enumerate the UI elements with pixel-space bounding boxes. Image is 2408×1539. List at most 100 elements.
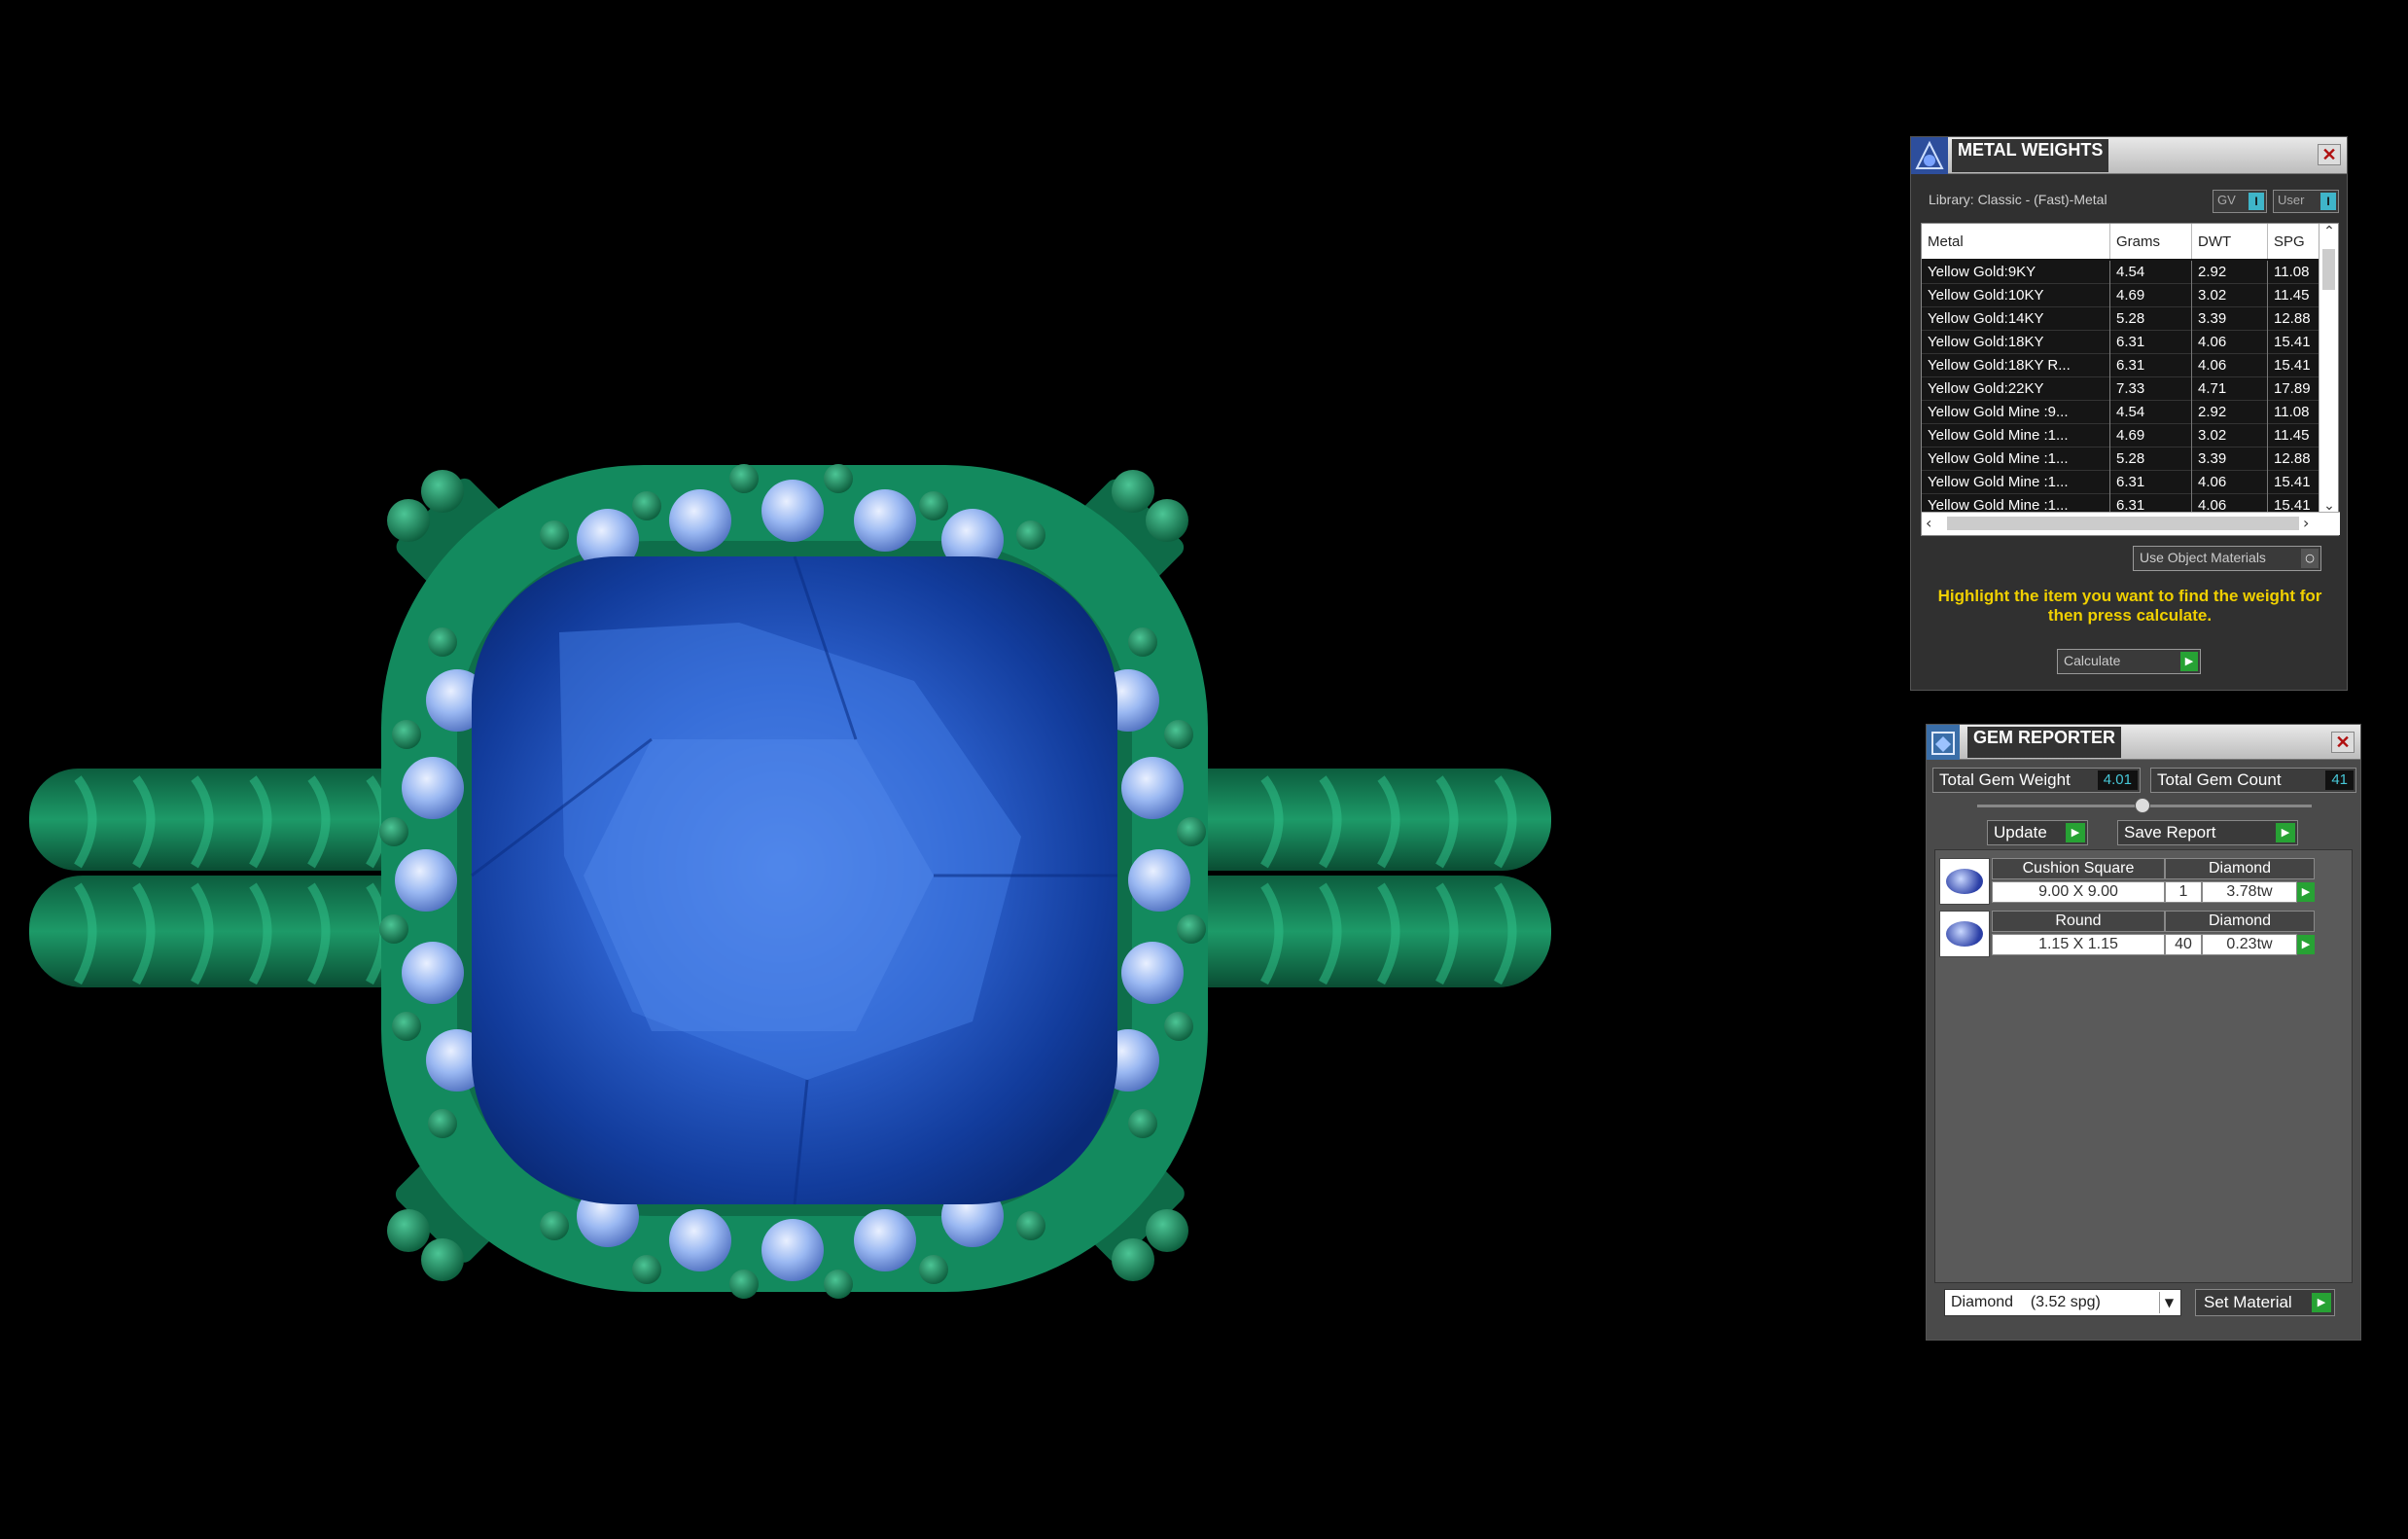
- instruction-text: Highlight the item you want to find the …: [1937, 587, 2322, 625]
- table-row[interactable]: Yellow Gold:9KY 4.54 2.92 11.08: [1922, 261, 2320, 284]
- gv-toggle[interactable]: GV I: [2213, 190, 2267, 213]
- metal-table-vscroll[interactable]: ⌃ ⌄: [2319, 224, 2338, 514]
- gem-reporter-titlebar[interactable]: GEM REPORTER ✕: [1927, 725, 2360, 760]
- panel-splitter[interactable]: [1977, 798, 2312, 813]
- gem-shape-cell: Round: [1992, 911, 2165, 932]
- save-report-button[interactable]: Save Report ▶: [2117, 820, 2298, 845]
- total-gem-weight: Total Gem Weight 4.01: [1932, 768, 2141, 793]
- table-row[interactable]: Yellow Gold:22KY 7.33 4.71 17.89: [1922, 377, 2320, 401]
- metal-table[interactable]: Metal Grams DWT SPG Yellow Gold:9KY 4.54 2…: [1921, 223, 2340, 536]
- metal-cell: Yellow Gold:9KY: [1922, 261, 2110, 284]
- spg-cell: 15.41: [2268, 471, 2320, 494]
- close-icon[interactable]: ✕: [2318, 144, 2341, 165]
- table-row[interactable]: Yellow Gold:18KY R... 6.31 4.06 15.41: [1922, 354, 2320, 377]
- spg-cell: 12.88: [2268, 447, 2320, 471]
- library-label: Library: Classic - (Fast)-Metal: [1929, 192, 2107, 207]
- metal-cell: Yellow Gold:18KY: [1922, 331, 2110, 354]
- metal-cell: Yellow Gold:14KY: [1922, 307, 2110, 331]
- scroll-up-icon[interactable]: ⌃: [2321, 224, 2337, 239]
- calculate-button[interactable]: Calculate ▶: [2057, 649, 2201, 674]
- hscroll-thumb[interactable]: [1947, 517, 2299, 530]
- table-row[interactable]: Yellow Gold:18KY 6.31 4.06 15.41: [1922, 331, 2320, 354]
- go-arrow-icon: ▶: [2312, 1293, 2331, 1312]
- column-header-spg[interactable]: SPG: [2268, 224, 2320, 259]
- 3d-viewport[interactable]: [0, 0, 1867, 1535]
- metal-cell: Yellow Gold Mine :1...: [1922, 424, 2110, 447]
- dwt-cell: 4.71: [2192, 377, 2268, 401]
- set-material-button[interactable]: Set Material ▶: [2195, 1289, 2335, 1316]
- center-stone: [471, 555, 1117, 1205]
- gem-row[interactable]: Cushion Square Diamond 9.00 X 9.00 1 3.78tw ▶: [1939, 858, 2332, 907]
- go-arrow-icon: ▶: [2066, 823, 2085, 842]
- gem-count-cell: 40: [2165, 934, 2202, 955]
- update-label: Update: [1994, 823, 2047, 841]
- grams-cell: 4.54: [2110, 261, 2192, 284]
- close-icon[interactable]: ✕: [2331, 732, 2355, 753]
- dwt-cell: 4.06: [2192, 354, 2268, 377]
- toggle-indicator-icon: ○: [2301, 549, 2319, 568]
- spg-cell: 11.45: [2268, 424, 2320, 447]
- spg-cell: 15.41: [2268, 331, 2320, 354]
- gem-count-cell: 1: [2165, 881, 2202, 903]
- total-gem-count: Total Gem Count 41: [2150, 768, 2356, 793]
- grams-cell: 7.33: [2110, 377, 2192, 401]
- user-toggle-state: I: [2320, 193, 2336, 210]
- metal-cell: Yellow Gold Mine :1...: [1922, 447, 2110, 471]
- total-gem-count-label: Total Gem Count: [2157, 770, 2282, 789]
- gem-row[interactable]: Round Diamond 1.15 X 1.15 40 0.23tw ▶: [1939, 911, 2332, 959]
- go-arrow-icon[interactable]: ▶: [2297, 935, 2315, 954]
- scroll-thumb[interactable]: [2322, 249, 2335, 290]
- gem-shape-cell: Cushion Square: [1992, 858, 2165, 879]
- grams-cell: 5.28: [2110, 307, 2192, 331]
- user-toggle[interactable]: User I: [2273, 190, 2339, 213]
- table-row[interactable]: Yellow Gold Mine :1... 6.31 4.06 15.41: [1922, 471, 2320, 494]
- metal-table-hscroll[interactable]: ‹ ›: [1922, 512, 2340, 535]
- column-header-dwt[interactable]: DWT: [2192, 224, 2268, 259]
- table-row[interactable]: Yellow Gold Mine :1... 4.69 3.02 11.45: [1922, 424, 2320, 447]
- grams-cell: 4.69: [2110, 424, 2192, 447]
- splitter-knob[interactable]: [2135, 798, 2150, 813]
- grams-cell: 6.31: [2110, 331, 2192, 354]
- dwt-cell: 3.39: [2192, 307, 2268, 331]
- dwt-cell: 2.92: [2192, 261, 2268, 284]
- dwt-cell: 3.39: [2192, 447, 2268, 471]
- calculate-label: Calculate: [2064, 653, 2121, 668]
- gv-toggle-state: I: [2249, 193, 2264, 210]
- column-header-metal[interactable]: Metal: [1922, 224, 2110, 259]
- gem-reporter-title: GEM REPORTER: [1967, 727, 2122, 758]
- metal-table-header: Metal Grams DWT SPG: [1922, 224, 2320, 259]
- update-button[interactable]: Update ▶: [1987, 820, 2088, 845]
- material-select[interactable]: Diamond (3.52 spg) ▼: [1944, 1289, 2181, 1316]
- scroll-left-icon[interactable]: ‹: [1926, 514, 1931, 532]
- column-header-grams[interactable]: Grams: [2110, 224, 2192, 259]
- dwt-cell: 2.92: [2192, 401, 2268, 424]
- gem-weight-cell: 0.23tw: [2202, 934, 2297, 955]
- dwt-cell: 4.06: [2192, 331, 2268, 354]
- table-row[interactable]: Yellow Gold:10KY 4.69 3.02 11.45: [1922, 284, 2320, 307]
- table-row[interactable]: Yellow Gold:14KY 5.28 3.39 12.88: [1922, 307, 2320, 331]
- metal-weights-logo-icon: [1911, 137, 1948, 174]
- gem-thumbnail-icon: [1939, 911, 1990, 957]
- metal-weights-panel: METAL WEIGHTS ✕ Library: Classic - (Fast…: [1910, 136, 2348, 691]
- gem-material-cell: Diamond: [2165, 858, 2315, 879]
- gem-material-cell: Diamond: [2165, 911, 2315, 932]
- spg-cell: 15.41: [2268, 354, 2320, 377]
- dwt-cell: 3.02: [2192, 284, 2268, 307]
- table-row[interactable]: Yellow Gold Mine :1... 5.28 3.39 12.88: [1922, 447, 2320, 471]
- table-row[interactable]: Yellow Gold Mine :9... 4.54 2.92 11.08: [1922, 401, 2320, 424]
- grams-cell: 5.28: [2110, 447, 2192, 471]
- go-arrow-icon: ▶: [2180, 652, 2198, 671]
- scroll-right-icon[interactable]: ›: [2303, 514, 2309, 532]
- gem-list[interactable]: Cushion Square Diamond 9.00 X 9.00 1 3.78tw ▶…: [1934, 849, 2353, 1283]
- gem-reporter-panel: GEM REPORTER ✕ Total Gem Weight 4.01 Tot…: [1926, 724, 2361, 1341]
- dropdown-arrow-icon[interactable]: ▼: [2159, 1292, 2178, 1313]
- metal-cell: Yellow Gold:18KY R...: [1922, 354, 2110, 377]
- use-object-materials-toggle[interactable]: Use Object Materials ○: [2133, 546, 2321, 571]
- go-arrow-icon[interactable]: ▶: [2297, 882, 2315, 902]
- metal-weights-title: METAL WEIGHTS: [1952, 139, 2109, 172]
- metal-weights-titlebar[interactable]: METAL WEIGHTS ✕: [1911, 137, 2347, 174]
- ring-render: [29, 464, 1551, 1299]
- spg-cell: 12.88: [2268, 307, 2320, 331]
- spg-cell: 11.45: [2268, 284, 2320, 307]
- total-gem-weight-value: 4.01: [2097, 770, 2138, 790]
